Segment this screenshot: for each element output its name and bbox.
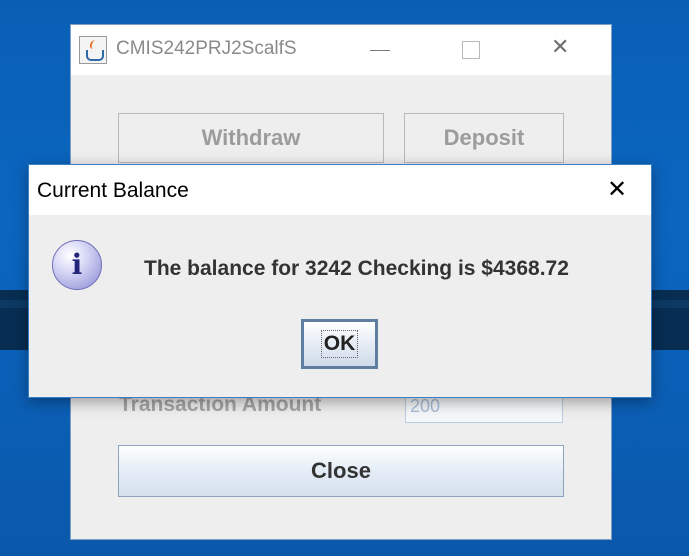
info-icon: i <box>52 240 102 290</box>
dialog-title: Current Balance <box>37 179 189 202</box>
maximize-button[interactable] <box>447 33 493 67</box>
java-icon <box>79 36 107 64</box>
balance-message: The balance for 3242 Checking is $4368.7… <box>144 257 569 280</box>
ok-button[interactable]: OK <box>301 319 378 369</box>
close-icon: ✕ <box>607 175 628 203</box>
main-window-titlebar[interactable]: CMIS242PRJ2ScalfS ✕ <box>71 25 611 75</box>
minimize-icon <box>370 50 390 51</box>
main-window-title: CMIS242PRJ2ScalfS <box>116 38 297 59</box>
current-balance-dialog: Current Balance ✕ i The balance for 3242… <box>28 164 652 398</box>
dialog-close-button[interactable]: ✕ <box>599 171 639 209</box>
close-icon: ✕ <box>551 35 570 60</box>
close-button[interactable]: Close <box>118 445 564 497</box>
minimize-button[interactable] <box>357 33 403 67</box>
deposit-button[interactable]: Deposit <box>404 113 564 163</box>
ok-button-label: OK <box>320 330 359 358</box>
dialog-titlebar[interactable]: Current Balance ✕ <box>29 165 651 215</box>
main-close-button[interactable]: ✕ <box>539 33 585 67</box>
maximize-icon <box>462 41 480 59</box>
withdraw-button[interactable]: Withdraw <box>118 113 384 163</box>
